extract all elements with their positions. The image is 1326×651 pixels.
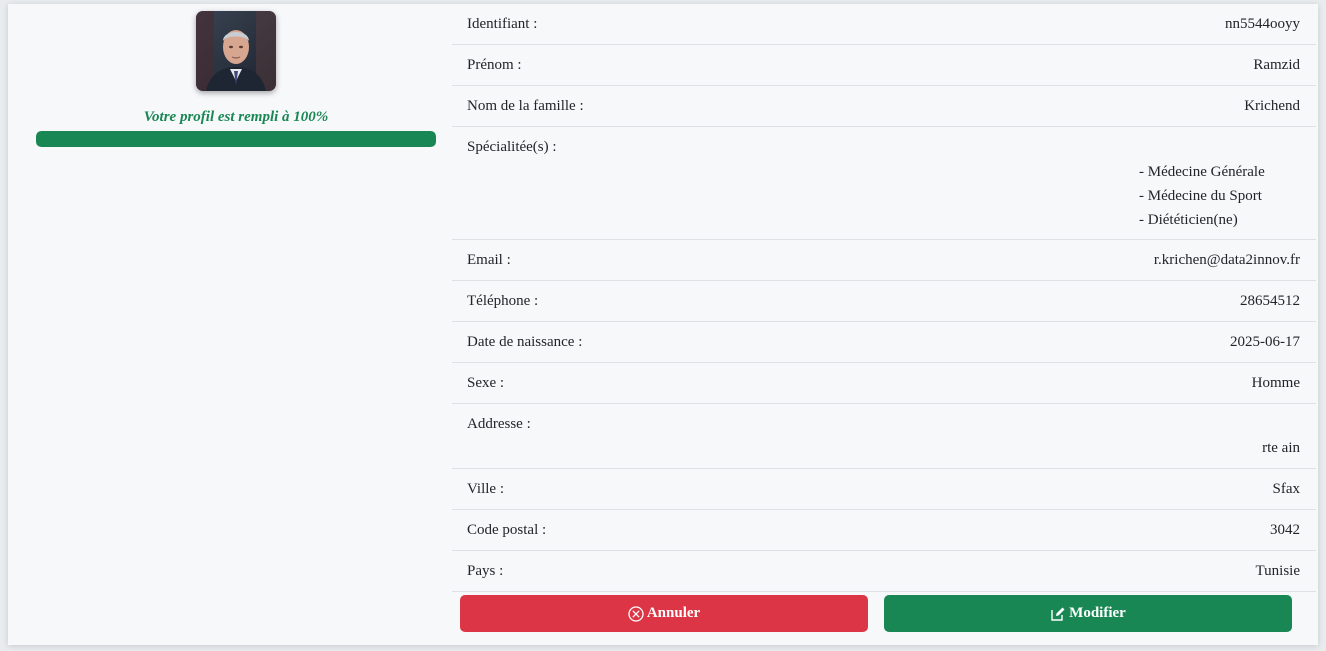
field-label: Addresse : (467, 416, 531, 432)
field-value: nn5544ooyy (1225, 16, 1300, 32)
field-label: Code postal : (467, 522, 547, 538)
field-value: Ramzid (1253, 57, 1300, 73)
list-item: - Diététicien(ne) (1139, 212, 1238, 228)
list-item: - Médecine Générale (1139, 164, 1265, 180)
profile-completion-text: Votre profil est rempli à 100% (143, 109, 329, 125)
field-row-ville: Ville : Sfax (452, 469, 1316, 510)
field-label: Nom de la famille : (467, 98, 584, 114)
pencil-square-icon (1051, 607, 1065, 621)
field-value: Tunisie (1255, 563, 1300, 579)
field-value: 28654512 (1240, 293, 1300, 309)
list-item: - Médecine du Sport (1139, 188, 1262, 204)
field-row-pays: Pays : Tunisie (452, 551, 1316, 592)
field-row-specialites: Spécialitée(s) : - Médecine Générale - M… (452, 127, 1316, 240)
field-label: Email : (467, 252, 511, 268)
field-row-prenom: Prénom : Ramzid (452, 45, 1316, 86)
action-buttons: Annuler Modifier (460, 595, 1292, 632)
x-circle-icon (628, 605, 644, 622)
field-value: Homme (1251, 375, 1300, 391)
field-label: Prénom : (467, 57, 522, 73)
edit-button-label: Modifier (1069, 605, 1126, 621)
cancel-button-label: Annuler (646, 605, 701, 621)
profile-progress-fill (36, 131, 436, 147)
field-row-telephone: Téléphone : 28654512 (452, 281, 1316, 322)
specialites-list: - Médecine Générale - Médecine du Sport … (467, 160, 1300, 232)
field-value: Krichend (1244, 98, 1300, 114)
field-value: 3042 (1270, 522, 1300, 538)
field-row-sexe: Sexe : Homme (452, 363, 1316, 404)
profile-details: Identifiant : nn5544ooyy Prénom : Ramzid… (452, 4, 1316, 592)
field-row-adresse: Addresse : rte ain (452, 404, 1316, 469)
field-value: rte ain (1262, 440, 1300, 456)
field-value: r.krichen@data2innov.fr (1153, 252, 1300, 268)
field-label: Sexe : (467, 375, 505, 391)
field-label: Spécialitée(s) : (467, 139, 557, 155)
field-label: Téléphone : (467, 293, 539, 309)
edit-button[interactable]: Modifier (884, 595, 1292, 632)
profile-summary: Votre profil est rempli à 100% (8, 4, 452, 645)
field-value: Sfax (1272, 481, 1301, 497)
field-label: Ville : (467, 481, 505, 497)
field-label: Identifiant : (467, 16, 538, 32)
field-value: 2025-06-17 (1230, 334, 1300, 350)
field-row-nom: Nom de la famille : Krichend (452, 86, 1316, 127)
profile-card: Votre profil est rempli à 100% Identifia… (8, 4, 1318, 645)
field-row-date-naissance: Date de naissance : 2025-06-17 (452, 322, 1316, 363)
field-row-code-postal: Code postal : 3042 (452, 510, 1316, 551)
field-label: Pays : (467, 563, 504, 579)
field-label: Date de naissance : (467, 334, 583, 350)
avatar (196, 11, 276, 91)
profile-progress-bar (36, 131, 436, 147)
field-row-identifiant: Identifiant : nn5544ooyy (452, 4, 1316, 45)
cancel-button[interactable]: Annuler (460, 595, 868, 632)
user-photo-icon (196, 11, 276, 91)
field-row-email: Email : r.krichen@data2innov.fr (452, 240, 1316, 281)
